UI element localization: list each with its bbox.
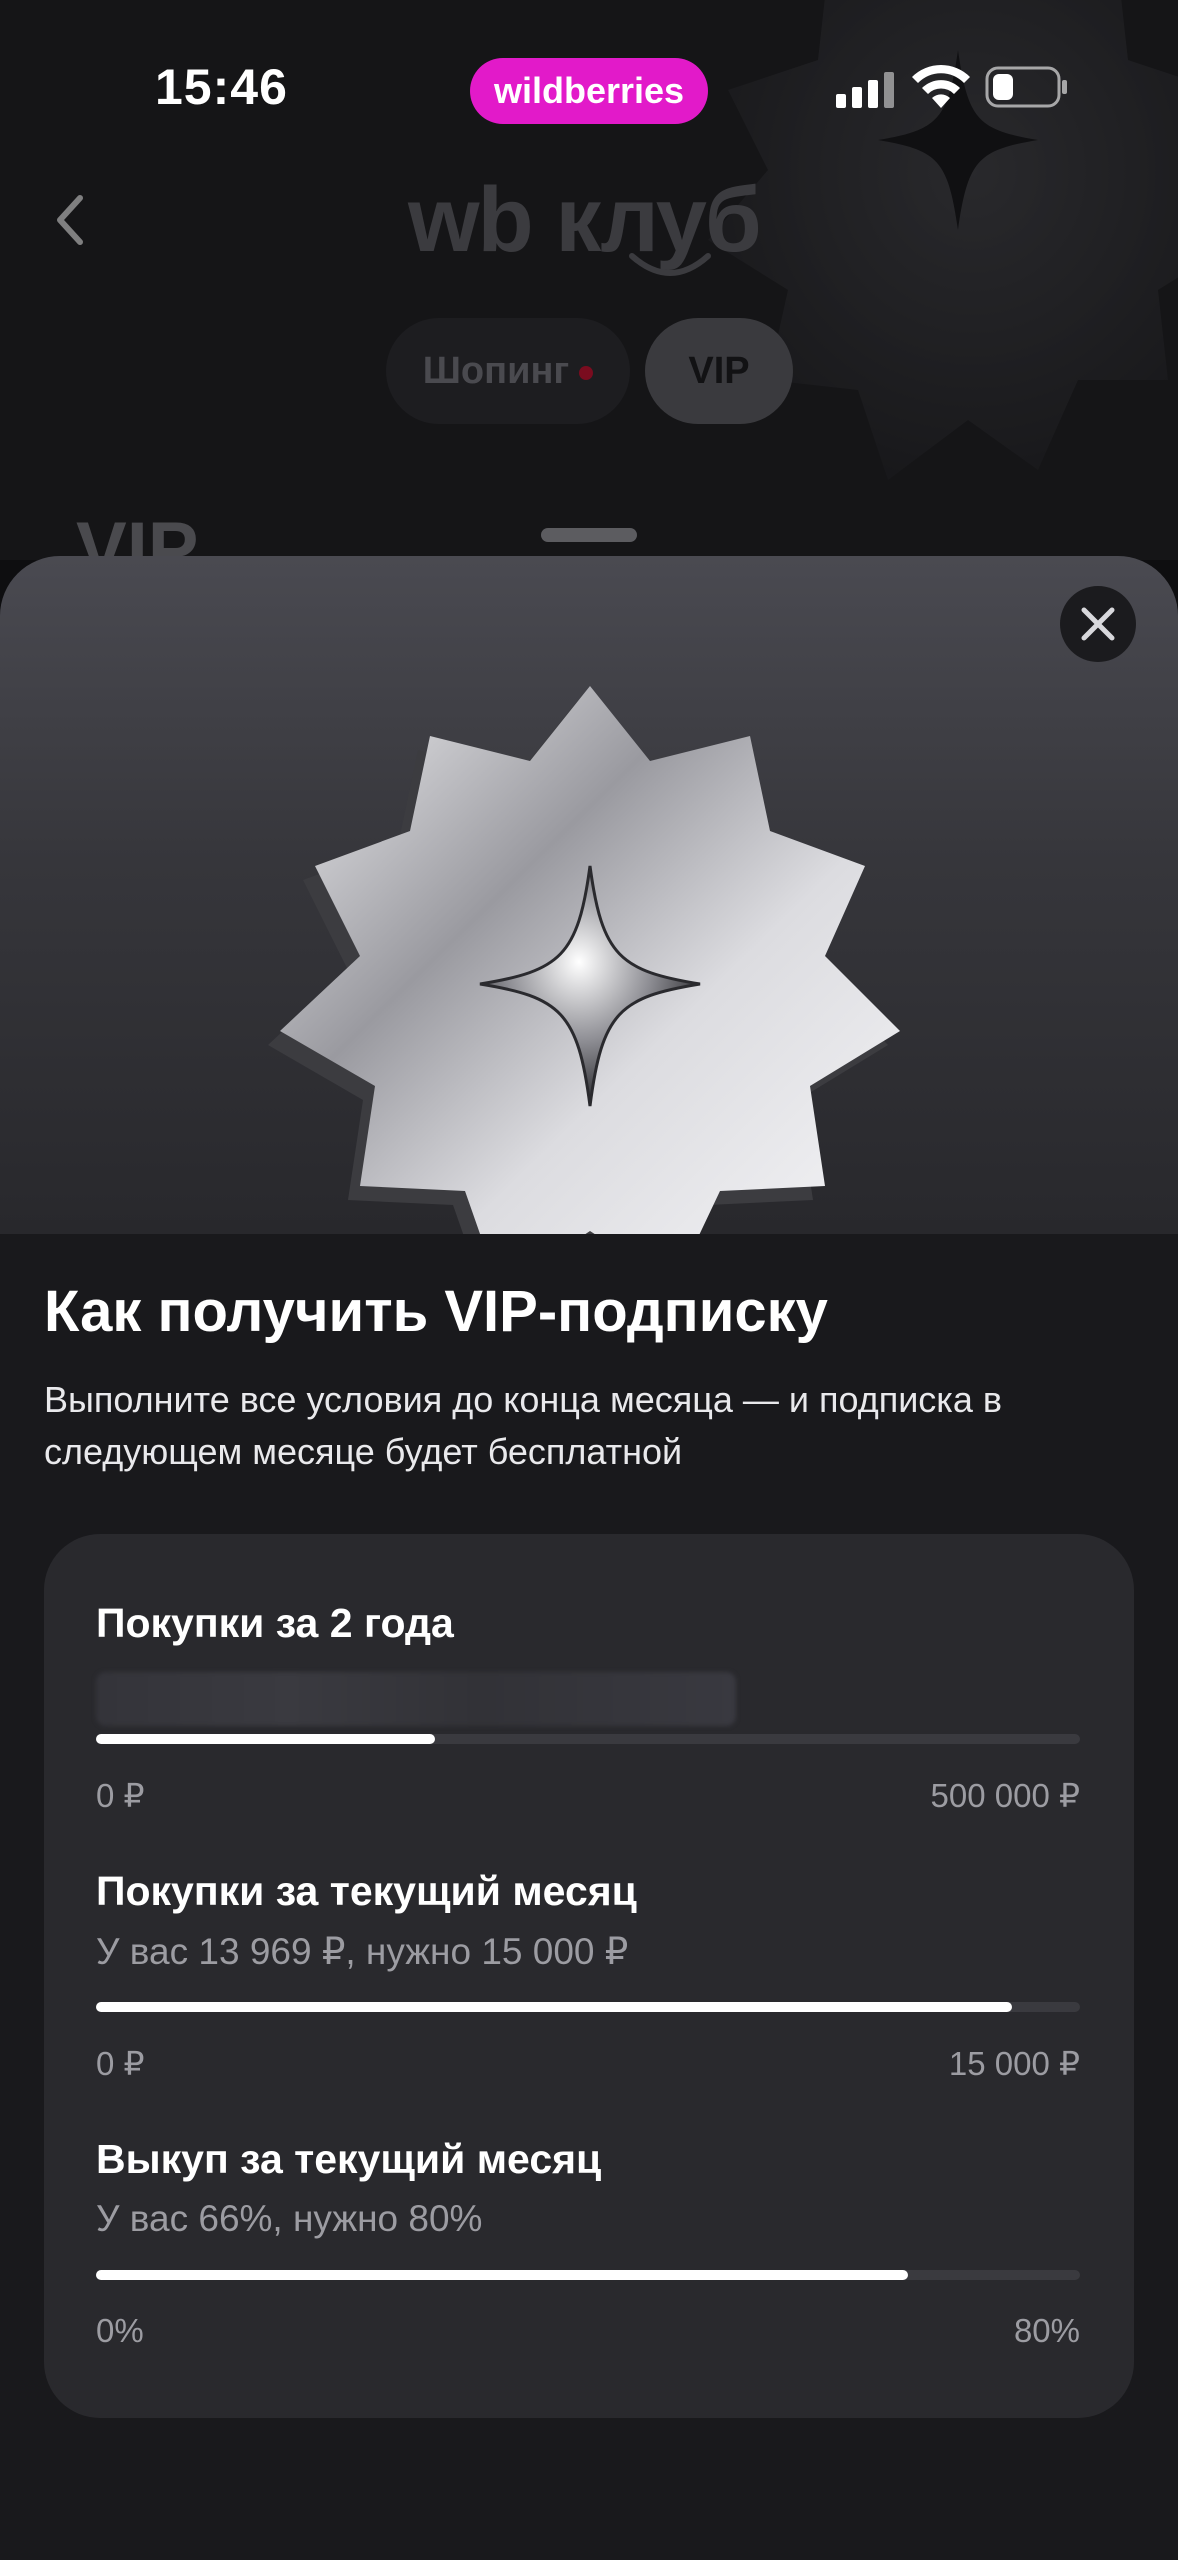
vip-badge-illustration [268,686,900,1234]
brand-pill[interactable]: wildberries [470,58,708,124]
back-arrow-icon[interactable] [50,190,90,250]
scale-min: 0% [96,2312,144,2349]
vip-info-sheet: Как получить VIP-подписку Выполните все … [0,556,1178,2560]
tab-vip[interactable]: VIP [645,318,793,424]
condition-title: Покупки за 2 года [96,1600,454,1646]
battery-icon [985,66,1067,108]
background-section-title: VIP [76,507,199,560]
condition-title: Выкуп за текущий месяц [96,2136,602,2182]
hidden-amount-blur [96,1672,736,1726]
sheet-title: Как получить VIP-подписку [44,1279,828,1344]
cellular-signal-icon [836,72,894,108]
scale-max: 80% [1013,2312,1080,2349]
scale-max: 15 000 ₽ [948,2045,1080,2082]
background-page: 15:46 wildberries wb клуб Шопинг VIP VIP [0,0,1178,560]
sheet-subtitle: Выполните все условия до конца месяца — … [44,1379,1002,1472]
notification-dot [579,365,594,380]
progress-track [96,1734,1080,1744]
condition-purchases-month: Покупки за текущий месяц У вас 13 969 ₽,… [96,1868,1080,2082]
condition-subtitle: У вас 66%, нужно 80% [96,2198,483,2239]
close-icon [1081,607,1115,641]
condition-subtitle: У вас 13 969 ₽, нужно 15 000 ₽ [96,1931,629,1972]
tab-shopping-label: Шопинг [422,350,570,392]
progress-track [96,2270,1080,2280]
sheet-grabber[interactable] [541,528,637,542]
scale-max: 500 000 ₽ [930,1777,1080,1814]
progress-track [96,2002,1080,2012]
scale-min: 0 ₽ [96,1777,145,1814]
progress-fill [96,2270,908,2280]
condition-buyout-month: Выкуп за текущий месяц У вас 66%, нужно … [96,2136,1080,2349]
progress-fill [96,1734,436,1744]
wifi-icon [912,64,970,108]
logo-smile-decoration [629,253,711,276]
hero-area [0,556,1178,1234]
scale-min: 0 ₽ [96,2045,145,2082]
conditions-card: Покупки за 2 года 0 ₽ 500 000 ₽ Покупки … [44,1534,1134,2418]
status-bar: 15:46 wildberries [0,0,1178,170]
sheet-content: Как получить VIP-подписку Выполните все … [0,1234,1178,2560]
condition-purchases-2-years: Покупки за 2 года 0 ₽ 500 000 ₽ [96,1600,1080,1814]
progress-fill [96,2002,1013,2012]
close-button[interactable] [1060,586,1136,662]
tab-shopping[interactable]: Шопинг [386,318,630,424]
condition-title: Покупки за текущий месяц [96,1868,637,1914]
status-time: 15:46 [155,59,288,115]
